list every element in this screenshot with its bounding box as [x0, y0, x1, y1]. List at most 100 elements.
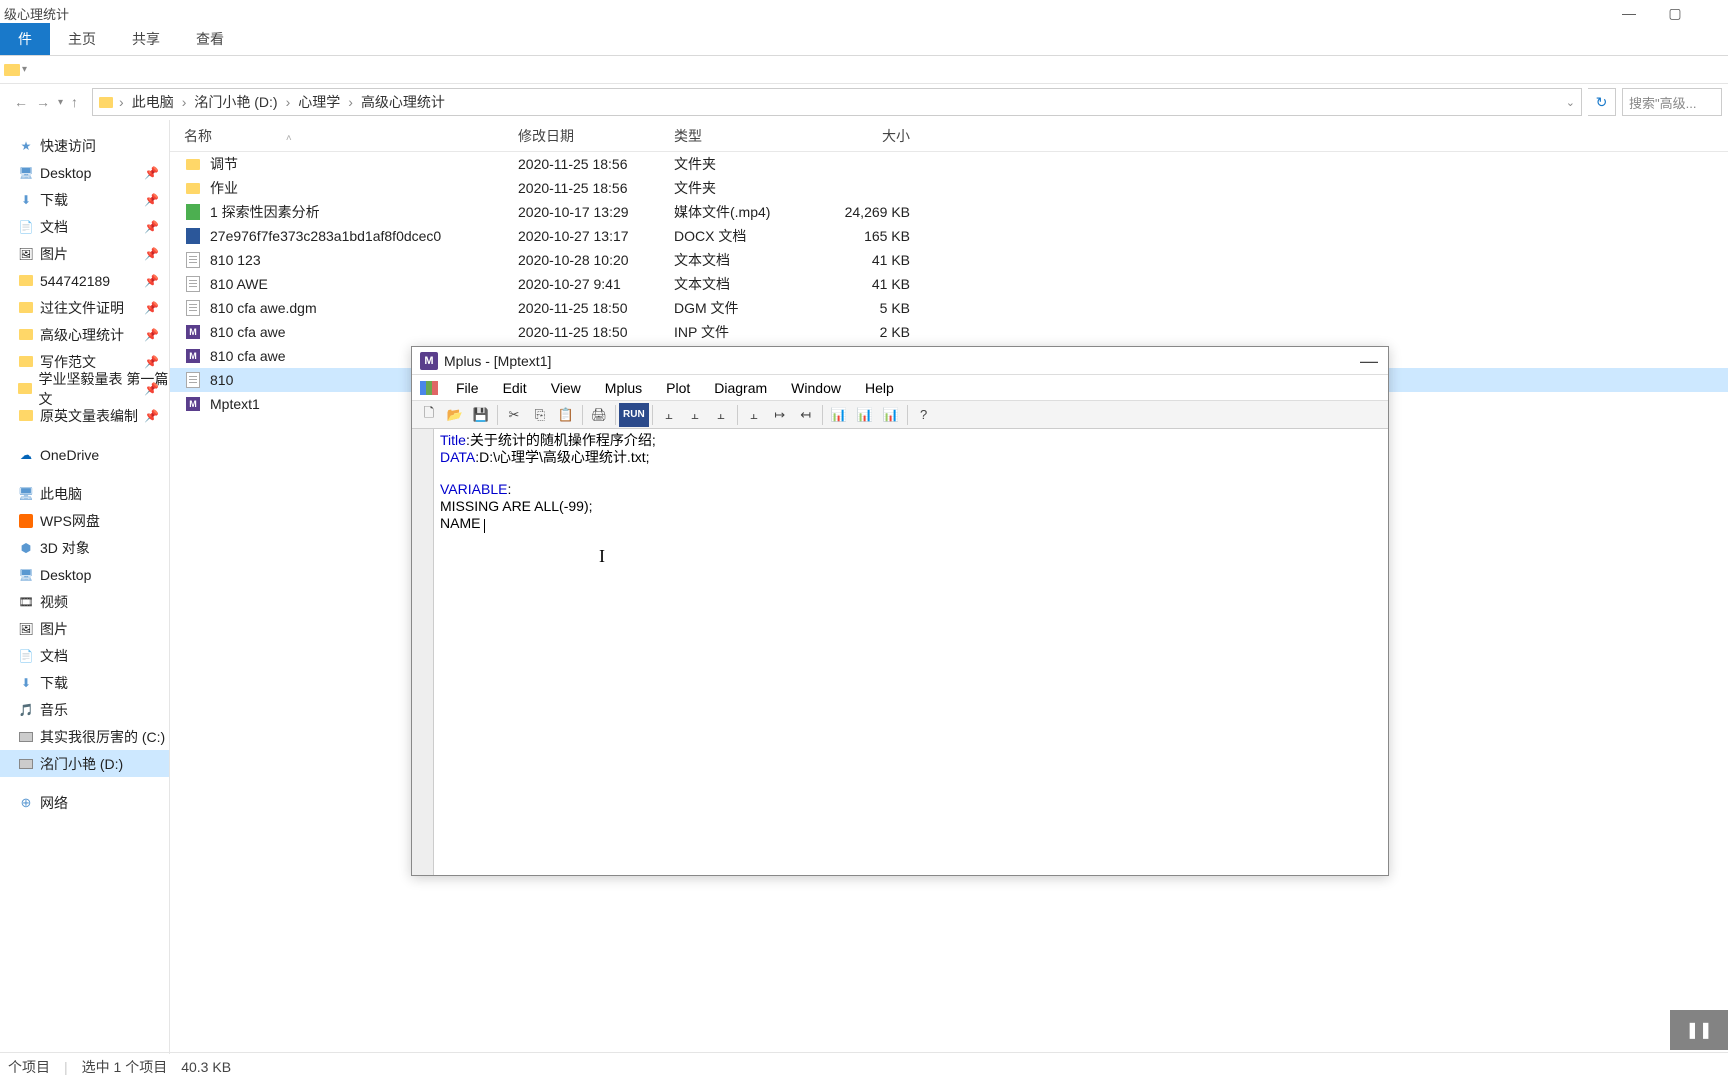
tb-open-icon[interactable]: 📂 — [442, 403, 468, 427]
file-row[interactable]: 作业2020-11-25 18:56文件夹 — [170, 176, 1728, 200]
menu-window[interactable]: Window — [779, 378, 853, 398]
sidebar-item[interactable]: 🎵音乐 — [0, 696, 169, 723]
ribbon-share[interactable]: 共享 — [114, 23, 178, 55]
col-header-size[interactable]: 大小 — [830, 126, 930, 146]
tb-paste-icon[interactable]: 📋 — [553, 403, 579, 427]
tb-graph4-icon[interactable]: ⫠ — [741, 403, 767, 427]
mplus-sys-icon[interactable] — [420, 381, 438, 395]
chevron-down-icon[interactable]: ▾ — [22, 64, 27, 75]
sidebar-item[interactable]: ⬇下载📌 — [0, 186, 169, 213]
up-button[interactable]: ↑ — [71, 94, 78, 110]
col-header-label: 名称 — [184, 128, 212, 144]
tb-cut-icon[interactable]: ✂ — [501, 403, 527, 427]
sidebar-item[interactable]: 🖥Desktop — [0, 561, 169, 588]
mplus-editor[interactable]: Title:关于统计的随机操作程序介绍; DATA:D:\心理学\高级心理统计.… — [434, 429, 1388, 875]
video-controls-overlay[interactable]: ❚❚ — [1670, 1010, 1728, 1050]
col-header-type[interactable]: 类型 — [674, 126, 830, 146]
chevron-right-icon: › — [180, 94, 189, 110]
file-row[interactable]: 810 cfa awe.dgm2020-11-25 18:50DGM 文件5 K… — [170, 296, 1728, 320]
sidebar-network[interactable]: ⊕ 网络 — [0, 789, 169, 816]
sidebar-item-label: 图片 — [40, 619, 68, 639]
kw-title: Title — [440, 432, 466, 448]
address-bar[interactable]: › 此电脑 › 洺门小艳 (D:) › 心理学 › 高级心理统计 ⌄ — [92, 88, 1582, 116]
search-input[interactable]: 搜索"高级... — [1622, 88, 1722, 116]
sidebar-item[interactable]: 544742189📌 — [0, 267, 169, 294]
sidebar-item[interactable]: 过往文件证明📌 — [0, 294, 169, 321]
sidebar-this-pc[interactable]: 🖥 此电脑 — [0, 480, 169, 507]
sidebar-onedrive[interactable]: ☁ OneDrive — [0, 441, 169, 468]
sidebar-item[interactable]: 其实我很厉害的 (C:) — [0, 723, 169, 750]
file-row[interactable]: 27e976f7fe373c283a1bd1af8f0dcec02020-10-… — [170, 224, 1728, 248]
sidebar-item[interactable]: ⬇下载 — [0, 669, 169, 696]
menu-edit[interactable]: Edit — [491, 378, 539, 398]
tb-help-icon[interactable]: ? — [911, 403, 937, 427]
sidebar-item[interactable]: 📄文档📌 — [0, 213, 169, 240]
breadcrumb-item[interactable]: 此电脑 — [130, 92, 176, 112]
tb-save-icon[interactable]: 💾 — [468, 403, 494, 427]
file-name: Mptext1 — [210, 396, 260, 412]
menu-mplus[interactable]: Mplus — [593, 378, 654, 398]
back-button[interactable]: ← — [14, 94, 28, 110]
close-button[interactable] — [1698, 0, 1728, 26]
sidebar-item-label: 3D 对象 — [40, 538, 90, 558]
tb-run-button[interactable]: RUN — [619, 403, 649, 427]
sidebar-item[interactable]: 🖼图片📌 — [0, 240, 169, 267]
sidebar-item[interactable]: 🖥Desktop📌 — [0, 159, 169, 186]
sidebar-label: WPS网盘 — [40, 511, 100, 531]
sidebar-item[interactable]: 洺门小艳 (D:) — [0, 750, 169, 777]
sidebar-item[interactable]: 🖼图片 — [0, 615, 169, 642]
maximize-button[interactable]: ▢ — [1652, 0, 1698, 26]
sidebar-item[interactable]: 🎞视频 — [0, 588, 169, 615]
forward-button[interactable]: → — [36, 94, 50, 110]
breadcrumb-item[interactable]: 心理学 — [296, 92, 342, 112]
tb-graph6-icon[interactable]: ↤ — [793, 403, 819, 427]
sidebar-item[interactable]: 高级心理统计📌 — [0, 321, 169, 348]
sidebar-wps[interactable]: WPS网盘 — [0, 507, 169, 534]
tb-graph5-icon[interactable]: ↦ — [767, 403, 793, 427]
breadcrumb-item[interactable]: 洺门小艳 (D:) — [192, 92, 279, 112]
file-row[interactable]: 810 1232020-10-28 10:20文本文档41 KB — [170, 248, 1728, 272]
tb-bar2-icon[interactable]: 📊 — [852, 403, 878, 427]
sidebar-quick-access[interactable]: ★ 快速访问 — [0, 132, 169, 159]
menu-plot[interactable]: Plot — [654, 378, 702, 398]
mplus-menu-bar: File Edit View Mplus Plot Diagram Window… — [412, 375, 1388, 401]
refresh-button[interactable]: ↻ — [1588, 88, 1616, 116]
menu-help[interactable]: Help — [853, 378, 906, 398]
pause-icon[interactable]: ❚❚ — [1686, 1020, 1713, 1040]
tb-graph2-icon[interactable]: ⫠ — [682, 403, 708, 427]
file-row[interactable]: 1 探索性因素分析2020-10-17 13:29媒体文件(.mp4)24,26… — [170, 200, 1728, 224]
ribbon-view[interactable]: 查看 — [178, 23, 242, 55]
file-row[interactable]: 调节2020-11-25 18:56文件夹 — [170, 152, 1728, 176]
tb-bar3-icon[interactable]: 📊 — [878, 403, 904, 427]
history-chevron-icon[interactable]: ▾ — [58, 97, 63, 108]
pictures-icon: 🖼 — [18, 246, 34, 262]
ribbon-file[interactable]: 件 — [0, 23, 50, 55]
file-row[interactable]: 810 AWE2020-10-27 9:41文本文档41 KB — [170, 272, 1728, 296]
menu-file[interactable]: File — [444, 378, 491, 398]
col-header-date[interactable]: 修改日期 — [518, 126, 674, 146]
addr-chevron-icon[interactable]: ⌄ — [1566, 96, 1575, 109]
col-header-name[interactable]: 名称 ˄ — [178, 126, 518, 146]
file-type: 文本文档 — [674, 274, 830, 294]
menu-view[interactable]: View — [539, 378, 593, 398]
tb-graph3-icon[interactable]: ⫠ — [708, 403, 734, 427]
breadcrumb-item[interactable]: 高级心理统计 — [359, 92, 447, 112]
mplus-minimize-button[interactable]: — — [1360, 351, 1378, 372]
mplus-title-bar[interactable]: M Mplus - [Mptext1] — — [412, 347, 1388, 375]
sidebar-item[interactable]: 📄文档 — [0, 642, 169, 669]
minimize-button[interactable]: — — [1606, 0, 1652, 26]
ribbon-home[interactable]: 主页 — [50, 23, 114, 55]
sidebar-item[interactable]: 学业坚毅量表 第一篇文📌 — [0, 375, 169, 402]
code-text: :D:\心理学\高级心理统计.txt; — [475, 449, 649, 465]
tb-copy-icon[interactable]: ⎘ — [527, 403, 553, 427]
menu-diagram[interactable]: Diagram — [702, 378, 779, 398]
sidebar-item[interactable]: 原英文量表编制📌 — [0, 402, 169, 429]
tb-graph1-icon[interactable]: ⫠ — [656, 403, 682, 427]
file-row[interactable]: M810 cfa awe2020-11-25 18:50INP 文件2 KB — [170, 320, 1728, 344]
tb-bar1-icon[interactable]: 📊 — [826, 403, 852, 427]
mplus-window: M Mplus - [Mptext1] — File Edit View Mpl… — [411, 346, 1389, 876]
tb-print-icon[interactable]: 🖨 — [586, 403, 612, 427]
sidebar-item[interactable]: ⬢3D 对象 — [0, 534, 169, 561]
tb-new-icon[interactable]: 🗋 — [416, 403, 442, 427]
cloud-icon: ☁ — [18, 447, 34, 463]
